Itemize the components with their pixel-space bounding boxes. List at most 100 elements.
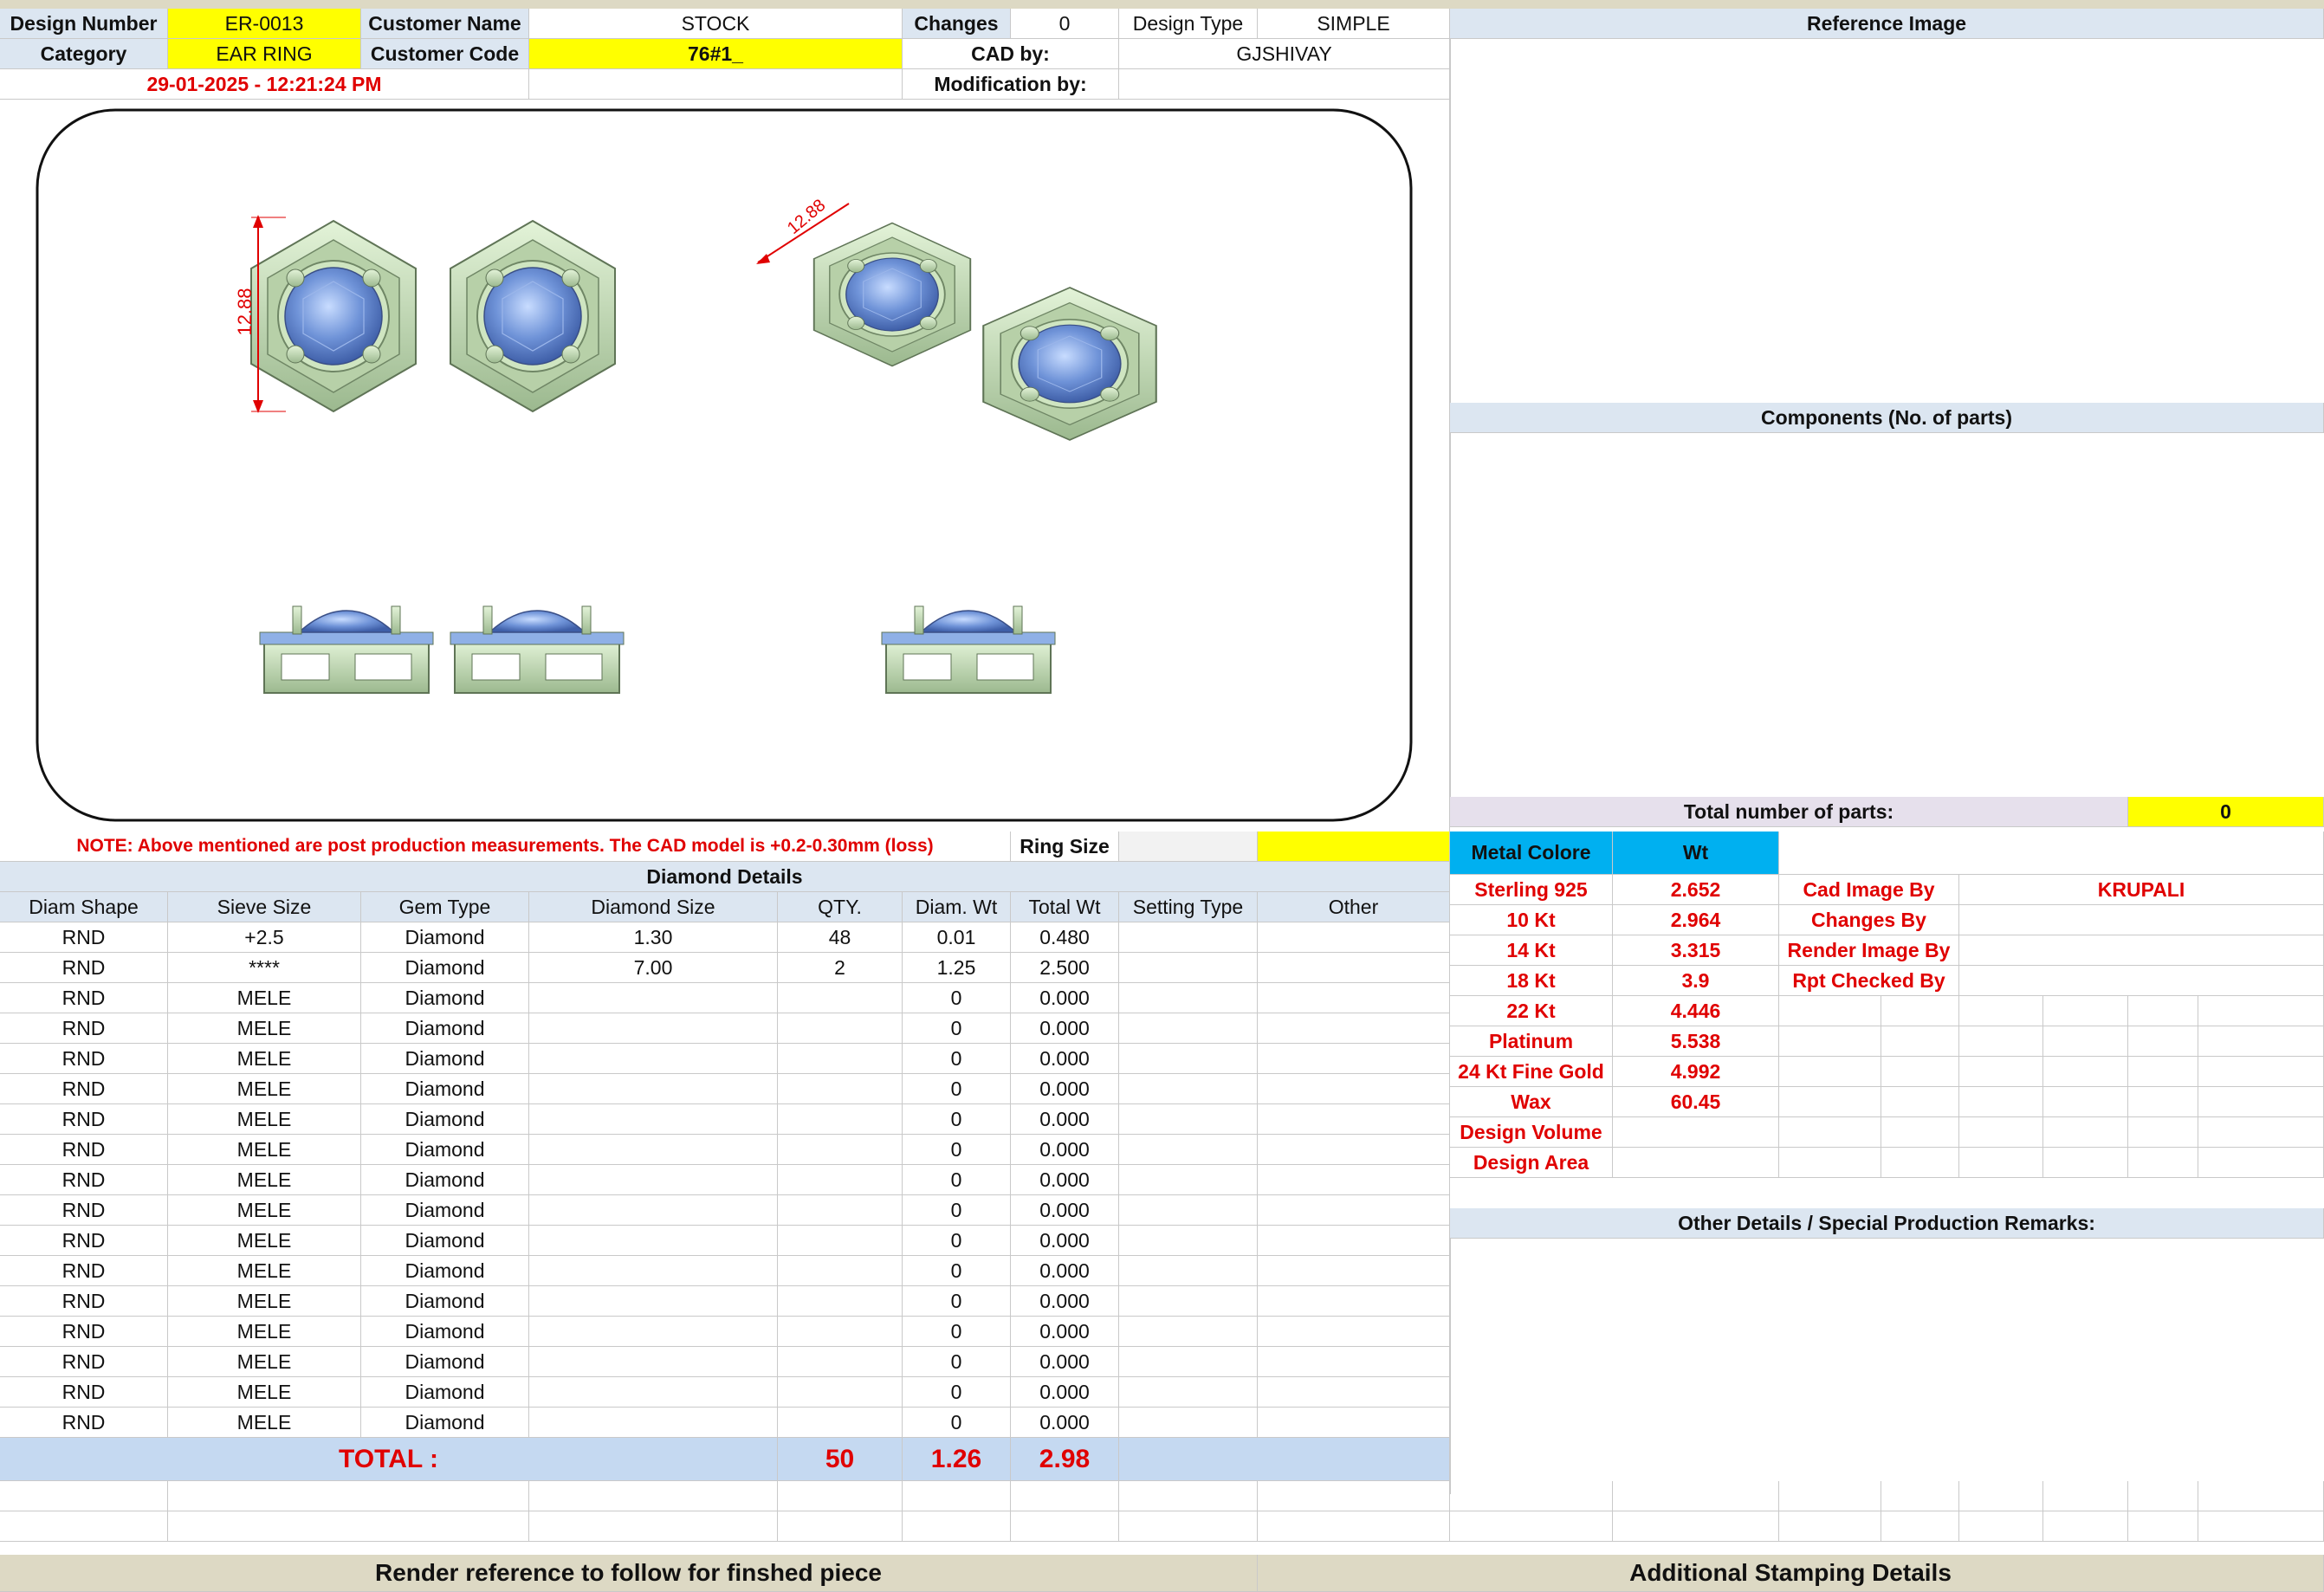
total-parts-value[interactable]: 0 xyxy=(2128,797,2324,827)
diamond-cell[interactable] xyxy=(778,1135,903,1165)
blank-cell[interactable] xyxy=(2043,1511,2128,1542)
diamond-cell[interactable] xyxy=(778,1256,903,1286)
diamond-cell[interactable] xyxy=(1258,1044,1450,1074)
diamond-cell[interactable]: 0.000 xyxy=(1011,1377,1119,1408)
credit-grid-cell[interactable] xyxy=(2198,1026,2324,1057)
blank-cell[interactable] xyxy=(1011,1511,1119,1542)
credit-grid-cell[interactable] xyxy=(2198,1148,2324,1178)
diamond-cell[interactable]: Diamond xyxy=(361,922,529,953)
diamond-cell[interactable]: 0.000 xyxy=(1011,1347,1119,1377)
blank-cell[interactable] xyxy=(1613,1511,1779,1542)
blank-cell[interactable] xyxy=(1258,1481,1450,1511)
blank-cell[interactable] xyxy=(2198,1481,2324,1511)
diamond-cell[interactable]: 0 xyxy=(903,1347,1011,1377)
blank-cell[interactable] xyxy=(1119,1511,1258,1542)
credit-grid-cell[interactable] xyxy=(1881,1148,1959,1178)
diamond-cell[interactable]: 0.000 xyxy=(1011,1256,1119,1286)
credit-value[interactable] xyxy=(1959,905,2324,935)
diamond-cell[interactable]: RND xyxy=(0,1317,168,1347)
diamond-cell[interactable] xyxy=(529,1165,778,1195)
other-details-area[interactable] xyxy=(1450,1239,2324,1494)
diamond-cell[interactable]: RND xyxy=(0,1104,168,1135)
diamond-cell[interactable]: Diamond xyxy=(361,1286,529,1317)
diamond-cell[interactable] xyxy=(778,1377,903,1408)
diamond-cell[interactable]: 0.000 xyxy=(1011,1044,1119,1074)
diamond-cell[interactable]: Diamond xyxy=(361,1347,529,1377)
diamond-cell[interactable]: Diamond xyxy=(361,1165,529,1195)
diamond-cell[interactable]: 0.000 xyxy=(1011,1074,1119,1104)
diamond-cell[interactable]: RND xyxy=(0,1377,168,1408)
diamond-cell[interactable] xyxy=(1258,1074,1450,1104)
diamond-cell[interactable]: 0.000 xyxy=(1011,1195,1119,1226)
diamond-cell[interactable]: RND xyxy=(0,1044,168,1074)
diamond-cell[interactable] xyxy=(1119,1347,1258,1377)
diamond-cell[interactable] xyxy=(1258,1408,1450,1438)
credit-grid-cell[interactable] xyxy=(2043,1026,2128,1057)
diamond-cell[interactable]: 2.500 xyxy=(1011,953,1119,983)
diamond-cell[interactable]: 0.000 xyxy=(1011,1165,1119,1195)
credit-grid-cell[interactable] xyxy=(1881,1087,1959,1117)
diamond-cell[interactable] xyxy=(529,1408,778,1438)
ring-size-highlight[interactable] xyxy=(1258,832,1450,862)
diamond-cell[interactable] xyxy=(1119,1044,1258,1074)
diamond-cell[interactable] xyxy=(529,1347,778,1377)
credit-value[interactable]: KRUPALI xyxy=(1959,875,2324,905)
credit-grid-cell[interactable] xyxy=(1881,1026,1959,1057)
diamond-cell[interactable] xyxy=(529,1256,778,1286)
credit-grid-cell[interactable] xyxy=(2043,996,2128,1026)
metal-weight[interactable]: 3.315 xyxy=(1613,935,1779,966)
diamond-cell[interactable] xyxy=(529,1317,778,1347)
blank-cell[interactable] xyxy=(0,1481,168,1511)
diamond-cell[interactable]: 0.000 xyxy=(1011,1135,1119,1165)
credit-grid-cell[interactable] xyxy=(2128,1087,2198,1117)
blank-cell[interactable] xyxy=(1881,1511,1959,1542)
credit-grid-cell[interactable] xyxy=(2128,1148,2198,1178)
diamond-cell[interactable]: RND xyxy=(0,1256,168,1286)
diamond-cell[interactable] xyxy=(529,1104,778,1135)
diamond-cell[interactable] xyxy=(1119,1317,1258,1347)
blank-cell[interactable] xyxy=(529,1511,778,1542)
diamond-cell[interactable]: 0 xyxy=(903,1408,1011,1438)
diamond-cell[interactable] xyxy=(1258,1347,1450,1377)
credit-grid-cell[interactable] xyxy=(1881,1117,1959,1148)
credit-value[interactable] xyxy=(1959,966,2324,996)
blank-cell[interactable] xyxy=(1011,1481,1119,1511)
diamond-cell[interactable] xyxy=(529,1226,778,1256)
metal-weight[interactable]: 5.538 xyxy=(1613,1026,1779,1057)
diamond-cell[interactable]: Diamond xyxy=(361,1256,529,1286)
metal-weight[interactable] xyxy=(1613,1117,1779,1148)
diamond-cell[interactable]: Diamond xyxy=(361,1013,529,1044)
credit-grid-cell[interactable] xyxy=(2043,1087,2128,1117)
diamond-cell[interactable]: 0 xyxy=(903,983,1011,1013)
diamond-cell[interactable] xyxy=(1119,1195,1258,1226)
blank-cell[interactable] xyxy=(1613,1481,1779,1511)
diamond-cell[interactable]: MELE xyxy=(168,1347,361,1377)
diamond-cell[interactable] xyxy=(1258,1135,1450,1165)
credit-grid-cell[interactable] xyxy=(2043,1057,2128,1087)
diamond-cell[interactable]: 0 xyxy=(903,1317,1011,1347)
credit-grid-cell[interactable] xyxy=(2128,1057,2198,1087)
diamond-cell[interactable]: MELE xyxy=(168,1165,361,1195)
diamond-cell[interactable] xyxy=(529,1135,778,1165)
diamond-cell[interactable]: 0.480 xyxy=(1011,922,1119,953)
blank-cell[interactable] xyxy=(1881,1481,1959,1511)
metal-weight[interactable]: 60.45 xyxy=(1613,1087,1779,1117)
credit-grid-cell[interactable] xyxy=(1959,1148,2043,1178)
diamond-cell[interactable]: RND xyxy=(0,983,168,1013)
blank-cell[interactable] xyxy=(1779,1511,1881,1542)
blank-cell[interactable] xyxy=(1959,1481,2043,1511)
credit-grid-cell[interactable] xyxy=(1779,996,1881,1026)
diamond-cell[interactable] xyxy=(1119,1013,1258,1044)
diamond-cell[interactable]: MELE xyxy=(168,1317,361,1347)
credit-grid-cell[interactable] xyxy=(1959,1057,2043,1087)
diamond-cell[interactable] xyxy=(529,1074,778,1104)
diamond-cell[interactable]: 0.000 xyxy=(1011,983,1119,1013)
diamond-cell[interactable]: 0 xyxy=(903,1165,1011,1195)
diamond-cell[interactable]: MELE xyxy=(168,1408,361,1438)
diamond-cell[interactable]: 0 xyxy=(903,1226,1011,1256)
blank-cell[interactable] xyxy=(778,1481,903,1511)
credit-grid-cell[interactable] xyxy=(2043,1117,2128,1148)
blank-cell[interactable] xyxy=(778,1511,903,1542)
credit-grid-cell[interactable] xyxy=(1959,996,2043,1026)
diamond-cell[interactable] xyxy=(1119,1226,1258,1256)
